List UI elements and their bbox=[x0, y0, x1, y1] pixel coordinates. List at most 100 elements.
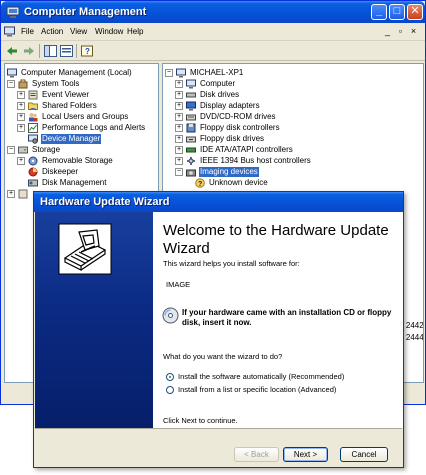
wizard-title-bar[interactable]: Hardware Update Wizard bbox=[34, 192, 403, 212]
partial-device-text: - 2444 bbox=[401, 333, 424, 342]
back-button[interactable]: < Back bbox=[234, 447, 279, 462]
menu-window[interactable]: Window bbox=[95, 27, 123, 36]
tree-node-services[interactable]: + bbox=[7, 188, 31, 199]
tree-node-performance-logs[interactable]: + Performance Logs and Alerts bbox=[17, 122, 146, 133]
app-menu-icon[interactable] bbox=[4, 26, 15, 37]
tree-node-label: Storage bbox=[32, 144, 61, 154]
expand-toggle[interactable]: + bbox=[175, 112, 183, 121]
option-label: Install from a list or specific location… bbox=[178, 385, 337, 394]
expand-toggle[interactable]: + bbox=[7, 189, 15, 198]
tree-node-label: Computer bbox=[200, 78, 236, 88]
maximize-button[interactable]: □ bbox=[389, 4, 405, 20]
partial-device-text: - 2442 bbox=[401, 321, 424, 330]
tree-node-label: Shared Folders bbox=[42, 100, 97, 110]
expand-toggle[interactable]: + bbox=[17, 101, 25, 110]
device-node-ieee1394[interactable]: + IEEE 1394 Bus host controllers bbox=[175, 155, 312, 166]
cd-icon bbox=[162, 307, 179, 324]
tree-node-removable-storage[interactable]: + Removable Storage bbox=[17, 155, 114, 166]
collapse-toggle[interactable]: − bbox=[165, 68, 173, 77]
expand-toggle[interactable]: + bbox=[175, 79, 183, 88]
back-arrow-icon[interactable] bbox=[5, 44, 19, 58]
wizard-button-bar: < Back Next > Cancel bbox=[35, 428, 402, 467]
device-node-floppy-drives[interactable]: + Floppy disk drives bbox=[175, 133, 265, 144]
ieee1394-icon bbox=[187, 156, 195, 165]
tree-node-diskeeper[interactable]: Diskeeper bbox=[17, 166, 79, 177]
expand-toggle[interactable]: + bbox=[175, 123, 183, 132]
tree-node-label: System Tools bbox=[32, 78, 80, 88]
forward-arrow-icon[interactable] bbox=[22, 44, 36, 58]
expand-toggle[interactable]: + bbox=[175, 156, 183, 165]
radio-button[interactable] bbox=[166, 385, 174, 394]
tree-node-local-users[interactable]: + Local Users and Groups bbox=[17, 111, 129, 122]
disk-drive-icon bbox=[186, 92, 196, 97]
tree-node-shared-folders[interactable]: + Shared Folders bbox=[17, 100, 98, 111]
mdi-controls: _ ▫ × bbox=[382, 26, 419, 37]
floppy-controller-icon bbox=[186, 123, 196, 132]
mdi-close-button[interactable]: × bbox=[408, 26, 419, 37]
hardware-update-wizard-dialog: Hardware Update Wizard Welcome to the Ha… bbox=[33, 191, 404, 468]
device-node-disk-drives[interactable]: + Disk drives bbox=[175, 89, 240, 100]
tree-node-label: Display adapters bbox=[200, 100, 260, 110]
install-from-list-option[interactable]: Install from a list or specific location… bbox=[166, 385, 336, 394]
unknown-device-icon: ? bbox=[195, 177, 205, 188]
menu-file[interactable]: File bbox=[21, 27, 34, 36]
collapse-toggle[interactable]: − bbox=[7, 145, 15, 154]
continue-text: Click Next to continue. bbox=[163, 416, 238, 425]
device-node-imaging-devices[interactable]: − Imaging devices bbox=[175, 166, 259, 177]
device-node-computer-name[interactable]: − MICHAEL-XP1 bbox=[165, 67, 244, 78]
tree-node-disk-management[interactable]: Disk Management bbox=[17, 177, 107, 188]
help-icon[interactable]: ? bbox=[80, 44, 94, 58]
expand-toggle[interactable]: + bbox=[17, 123, 25, 132]
menu-help[interactable]: Help bbox=[127, 27, 143, 36]
menu-view[interactable]: View bbox=[70, 27, 87, 36]
wizard-intro-text: This wizard helps you install software f… bbox=[163, 259, 300, 268]
mdi-minimize-button[interactable]: _ bbox=[382, 26, 393, 37]
computer-management-icon bbox=[7, 68, 17, 77]
users-icon bbox=[29, 112, 38, 121]
tree-node-storage[interactable]: − Storage bbox=[7, 144, 61, 155]
tree-node-label: Diskeeper bbox=[42, 166, 79, 176]
radio-button-selected[interactable] bbox=[166, 372, 174, 381]
cancel-button[interactable]: Cancel bbox=[340, 447, 388, 462]
collapse-toggle[interactable]: − bbox=[175, 167, 183, 176]
device-node-display-adapters[interactable]: + Display adapters bbox=[175, 100, 261, 111]
tree-node-label: Removable Storage bbox=[42, 155, 113, 165]
close-button[interactable]: ✕ bbox=[407, 4, 423, 20]
collapse-toggle[interactable]: − bbox=[7, 79, 15, 88]
wizard-heading: Welcome to the Hardware Update Wizard bbox=[163, 222, 389, 257]
device-manager-icon bbox=[28, 134, 38, 144]
cdrom-icon bbox=[186, 114, 196, 120]
tree-node-label: Computer Management (Local) bbox=[21, 67, 132, 77]
tree-node-label: Disk drives bbox=[200, 89, 240, 99]
device-name: IMAGE bbox=[166, 280, 191, 289]
expand-toggle[interactable]: + bbox=[17, 90, 25, 99]
device-node-floppy-controllers[interactable]: + Floppy disk controllers bbox=[175, 122, 281, 133]
svg-text:?: ? bbox=[85, 47, 90, 56]
install-automatically-option[interactable]: Install the software automatically (Reco… bbox=[166, 372, 344, 381]
menu-action[interactable]: Action bbox=[41, 27, 63, 36]
expand-toggle[interactable]: + bbox=[175, 90, 183, 99]
device-node-unknown-device[interactable]: ? Unknown device bbox=[195, 177, 269, 188]
expand-toggle[interactable]: + bbox=[175, 134, 183, 143]
expand-toggle[interactable]: + bbox=[17, 112, 25, 121]
show-tree-icon[interactable] bbox=[43, 44, 57, 58]
device-node-computer[interactable]: + Computer bbox=[175, 78, 236, 89]
minimize-button[interactable]: _ bbox=[371, 4, 387, 20]
tree-node-root[interactable]: Computer Management (Local) bbox=[7, 67, 133, 78]
expand-toggle[interactable]: + bbox=[175, 145, 183, 154]
tree-node-device-manager[interactable]: Device Manager bbox=[17, 133, 102, 144]
title-bar[interactable]: Computer Management _ □ ✕ bbox=[1, 1, 425, 23]
properties-icon[interactable] bbox=[59, 44, 73, 58]
device-node-ide-controllers[interactable]: + IDE ATA/ATAPI controllers bbox=[175, 144, 294, 155]
wizard-question: What do you want the wizard to do? bbox=[163, 352, 283, 361]
toolbar-separator bbox=[76, 44, 77, 58]
tree-node-event-viewer[interactable]: + Event Viewer bbox=[17, 89, 90, 100]
expand-toggle[interactable]: + bbox=[17, 156, 25, 165]
mdi-restore-button[interactable]: ▫ bbox=[395, 26, 406, 37]
display-adapter-icon bbox=[186, 101, 196, 110]
next-button[interactable]: Next > bbox=[283, 447, 328, 462]
tree-node-system-tools[interactable]: − System Tools bbox=[7, 78, 80, 89]
device-node-dvd-cdrom[interactable]: + DVD/CD-ROM drives bbox=[175, 111, 277, 122]
expand-toggle[interactable]: + bbox=[175, 101, 183, 110]
svg-text:?: ? bbox=[198, 181, 202, 188]
